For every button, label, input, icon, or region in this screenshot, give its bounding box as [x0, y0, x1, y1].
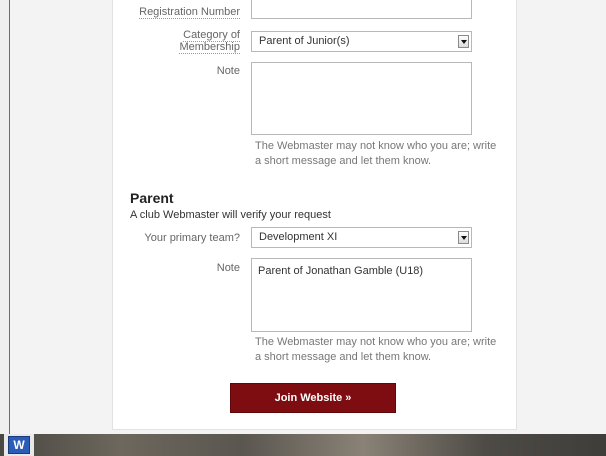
category-select[interactable]: Parent of Junior(s) [251, 31, 472, 52]
parent-note-hint: The Webmaster may not know who you are; … [255, 336, 497, 363]
note-hint: The Webmaster may not know who you are; … [255, 140, 497, 167]
primary-team-label: Your primary team? [144, 232, 240, 244]
category-label: Category of Membership [112, 29, 240, 54]
parent-note-textarea[interactable]: Parent of Jonathan Gamble (U18) [251, 258, 472, 332]
chevron-down-icon[interactable] [458, 231, 469, 244]
parent-heading: Parent [130, 190, 174, 206]
category-select-value: Parent of Junior(s) [259, 35, 350, 47]
word-app-icon[interactable]: W [8, 436, 30, 454]
primary-team-select[interactable]: Development XI [251, 227, 472, 248]
taskbar [0, 434, 606, 456]
registration-number-label: Registration Number [112, 6, 240, 19]
category-label-line2: Membership [179, 41, 240, 54]
window-divider [9, 0, 10, 434]
note-label: Note [216, 65, 240, 77]
note-textarea[interactable] [251, 62, 472, 135]
join-website-button[interactable]: Join Website » [230, 383, 396, 413]
primary-team-select-value: Development XI [259, 231, 338, 243]
registration-number-input[interactable] [251, 0, 472, 19]
chevron-down-icon[interactable] [458, 35, 469, 48]
parent-subtext: A club Webmaster will verify your reques… [130, 209, 331, 221]
parent-note-label: Note [216, 262, 240, 274]
registration-number-label-text: Registration Number [139, 6, 240, 19]
